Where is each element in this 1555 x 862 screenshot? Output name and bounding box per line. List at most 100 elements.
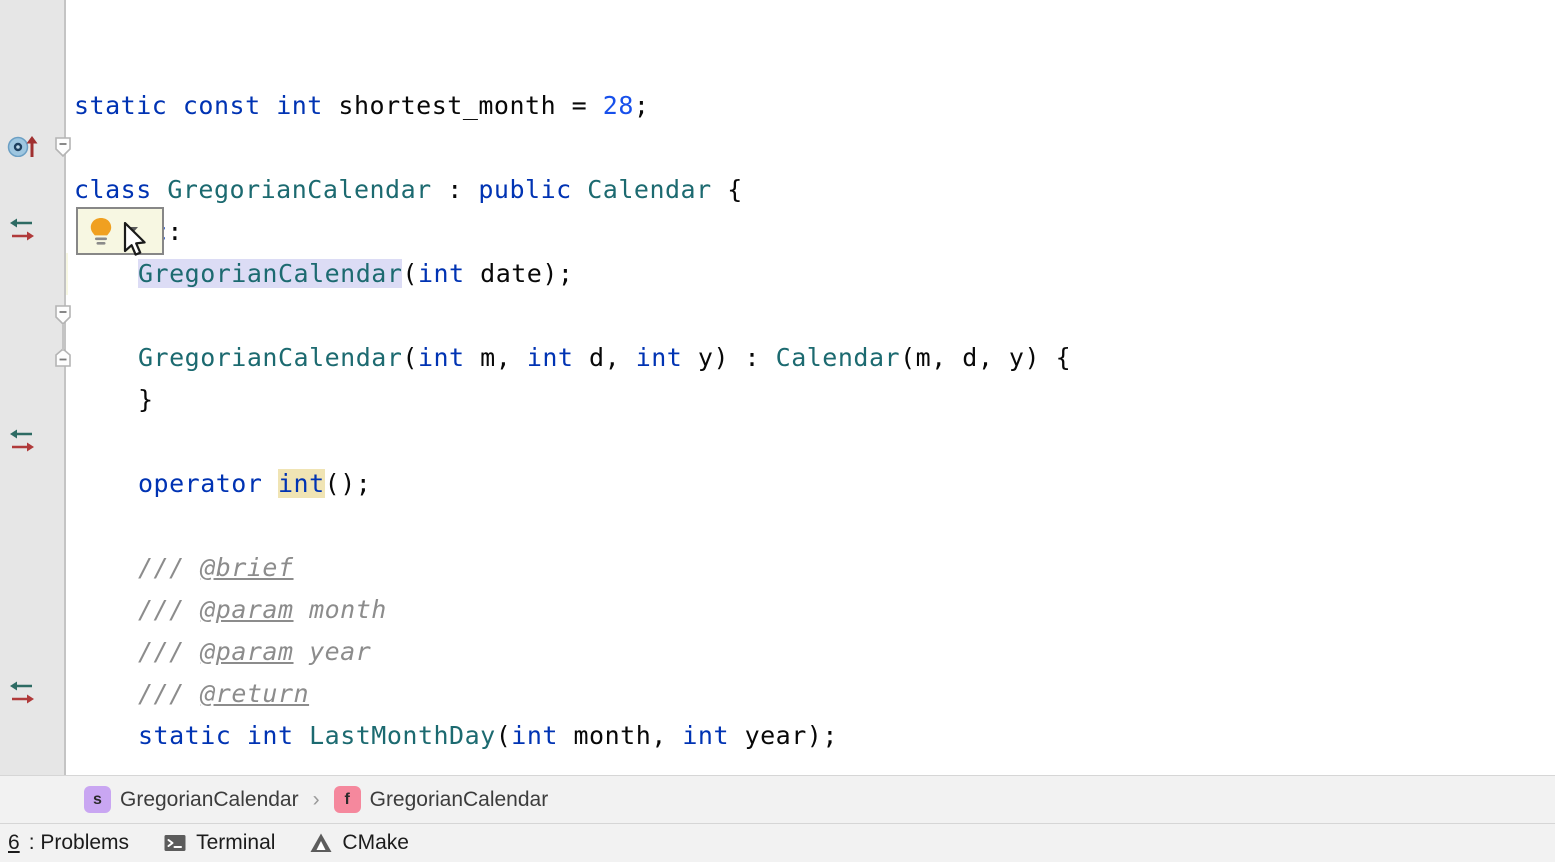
code-token: int: [246, 721, 294, 750]
chevron-down-icon[interactable]: [120, 220, 142, 242]
line-doc-param-month[interactable]: /// @param month: [68, 589, 1555, 631]
status-item-problems[interactable]: 6: Problems: [8, 831, 129, 855]
code-token: ///: [138, 679, 201, 708]
breadcrumb-label-function: GregorianCalendar: [369, 787, 549, 811]
fold-collapse-class-icon[interactable]: [54, 136, 72, 158]
code-token: @return: [200, 679, 310, 708]
code-token: }: [138, 385, 154, 414]
line-ctor-date[interactable]: GregorianCalendar(int date);: [68, 253, 1555, 295]
line-operator-int[interactable]: operator int();: [68, 463, 1555, 505]
code-token: class: [74, 175, 152, 204]
function-badge-icon: f: [333, 786, 361, 813]
line-lastmonthday[interactable]: static int LastMonthDay(int month, int y…: [68, 715, 1555, 757]
code-folding-strip[interactable]: [62, 0, 66, 775]
line-ctor-mdy[interactable]: GregorianCalendar(int m, int d, int y) :…: [68, 337, 1555, 379]
code-token: ;: [633, 91, 650, 120]
code-token: GregorianCalendar: [138, 343, 403, 372]
code-token: 28: [602, 91, 634, 120]
terminal-label: Terminal: [196, 831, 276, 854]
code-token: int: [635, 343, 683, 372]
code-token: GregorianCalendar: [167, 175, 432, 204]
code-token: int: [417, 259, 465, 288]
code-token: Calendar: [587, 175, 712, 204]
class-overridden-gutter-icon[interactable]: [7, 135, 38, 158]
fold-region-connector: [62, 325, 64, 351]
code-token: static: [74, 91, 168, 120]
code-token: ///: [138, 595, 201, 624]
code-token: @param: [200, 637, 294, 666]
code-token: public: [478, 175, 572, 204]
code-token: static: [138, 721, 232, 750]
line-public-label[interactable]: public:: [68, 211, 1555, 253]
cmake-icon: [309, 831, 333, 855]
implementing-method-gutter-icon[interactable]: [8, 215, 34, 245]
code-token: y) :: [682, 343, 776, 372]
status-item-terminal[interactable]: Terminal: [163, 831, 275, 855]
code-token: operator: [138, 469, 263, 498]
code-token: LastMonthDay: [309, 721, 496, 750]
line-doc-param-year[interactable]: /// @param year: [68, 631, 1555, 673]
fold-collapse-constructor-icon[interactable]: [54, 304, 72, 326]
cmake-label: CMake: [342, 831, 409, 854]
code-token: int: [526, 343, 574, 372]
breadcrumb: s GregorianCalendar › f GregorianCalenda…: [0, 775, 1555, 823]
code-token: (: [402, 343, 418, 372]
code-token: {: [711, 175, 743, 204]
code-token: int: [682, 721, 730, 750]
code-token: m,: [464, 343, 527, 372]
code-token: d,: [573, 343, 636, 372]
code-token: int: [277, 469, 325, 498]
struct-badge-icon: s: [84, 786, 111, 813]
line-shortest-month[interactable]: static const int shortest_month = 28;: [68, 85, 1555, 127]
code-token: (: [402, 259, 418, 288]
problems-mnemonic: 6: [8, 831, 20, 854]
breadcrumb-label-struct: GregorianCalendar: [120, 787, 299, 811]
code-token: :: [167, 217, 183, 246]
code-text-area[interactable]: static const int shortest_month = 28; cla…: [68, 0, 1555, 775]
implementing-method-gutter-icon[interactable]: [8, 426, 34, 456]
breadcrumb-item-function[interactable]: f GregorianCalendar: [333, 786, 549, 813]
status-bar: 6: Problems Terminal CMake: [0, 823, 1555, 862]
code-token: month,: [557, 721, 683, 750]
code-token: (m, d, y) {: [900, 343, 1072, 372]
code-token: year: [293, 637, 372, 666]
breadcrumb-item-struct[interactable]: s GregorianCalendar: [84, 786, 299, 813]
line-class-decl[interactable]: class GregorianCalendar : public Calenda…: [68, 169, 1555, 211]
code-token: const: [182, 91, 261, 120]
code-token: GregorianCalendar: [138, 259, 403, 288]
line-blank-3[interactable]: [68, 421, 1555, 463]
editor-gutter[interactable]: [0, 0, 46, 775]
fold-collapse-constructor-end-icon[interactable]: [54, 347, 72, 370]
code-token: int: [276, 91, 323, 120]
line-blank-2[interactable]: [68, 295, 1555, 337]
line-ctor-close[interactable]: }: [68, 379, 1555, 421]
code-token: Calendar: [775, 343, 901, 372]
ide-editor-window: static const int shortest_month = 28; cla…: [0, 0, 1555, 862]
line-blank-top[interactable]: [68, 43, 1555, 85]
line-blank-1[interactable]: [68, 127, 1555, 169]
code-token: int: [511, 721, 558, 750]
line-blank-4[interactable]: [68, 505, 1555, 547]
code-token: date);: [464, 259, 574, 288]
line-doc-return[interactable]: /// @return: [68, 673, 1555, 715]
terminal-icon: [163, 831, 187, 855]
status-item-cmake[interactable]: CMake: [309, 831, 409, 855]
intention-bulb-popup[interactable]: [76, 207, 164, 255]
implementing-method-gutter-icon[interactable]: [8, 678, 34, 708]
code-token: ///: [138, 637, 201, 666]
code-token: @brief: [200, 553, 294, 582]
lightbulb-icon: [88, 216, 114, 246]
code-token: month: [293, 595, 387, 624]
gutter-annotations-strip: [46, 0, 62, 775]
code-token: ();: [324, 469, 372, 498]
code-editor[interactable]: static const int shortest_month = 28; cla…: [0, 0, 1555, 775]
line-doc-brief[interactable]: /// @brief: [68, 547, 1555, 589]
code-token: :: [431, 175, 479, 204]
